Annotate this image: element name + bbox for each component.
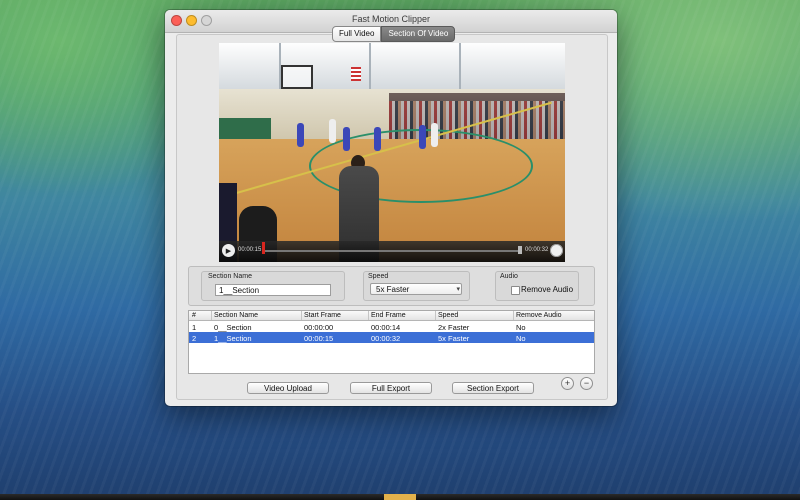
audio-group: Audio Remove Audio — [495, 271, 579, 301]
column-header-start-frame[interactable]: Start Frame — [304, 312, 341, 319]
video-player[interactable]: ▶ 00:00:15 00:00:32 — [219, 43, 565, 262]
speed-select-value: 5x Faster — [376, 285, 410, 294]
section-export-button[interactable]: Section Export — [452, 382, 534, 394]
video-frame-beam — [459, 43, 461, 95]
cell-index: 1 — [192, 323, 197, 332]
video-frame-player — [329, 119, 336, 143]
column-header-index[interactable]: # — [192, 312, 196, 319]
app-window: Fast Motion Clipper Full Video Section O… — [165, 10, 617, 406]
column-separator — [301, 311, 302, 320]
audio-label: Audio — [500, 273, 518, 280]
video-frame-player — [419, 125, 426, 149]
tab-full-video[interactable]: Full Video — [332, 26, 382, 42]
cell-end-frame: 00:00:32 — [371, 334, 401, 343]
video-frame-beam — [369, 43, 371, 95]
cell-start-frame: 00:00:00 — [304, 323, 334, 332]
column-header-remove-audio[interactable]: Remove Audio — [516, 312, 562, 319]
video-frame-hoop — [281, 65, 313, 89]
speed-select[interactable]: 5x Faster ▾ — [370, 283, 462, 295]
end-time: 00:00:32 — [525, 247, 549, 253]
video-frame-ceiling — [219, 43, 565, 95]
chevron-down-icon: ▾ — [456, 286, 460, 293]
cell-section-name: 0__Section — [214, 323, 252, 332]
cell-section-name: 1__Section — [214, 334, 252, 343]
section-name-label: Section Name — [208, 273, 252, 280]
tab-section-of-video[interactable]: Section Of Video — [381, 26, 456, 42]
window-title: Fast Motion Clipper — [351, 14, 431, 24]
player-controls: ▶ 00:00:15 00:00:32 — [219, 241, 565, 262]
cell-start-frame: 00:00:15 — [304, 334, 334, 343]
section-name-group: Section Name 1__Section — [201, 271, 345, 301]
play-icon[interactable]: ▶ — [222, 244, 235, 257]
main-panel: ▶ 00:00:15 00:00:32 Section Name 1__Sect… — [176, 34, 608, 400]
column-separator — [435, 311, 436, 320]
video-upload-button[interactable]: Video Upload — [247, 382, 329, 394]
section-settings-group: Section Name 1__Section Speed 5x Faster … — [188, 266, 595, 306]
timeline-track[interactable] — [262, 250, 520, 252]
cell-remove-audio: No — [516, 334, 526, 343]
current-time: 00:00:15 — [238, 247, 262, 253]
column-separator — [211, 311, 212, 320]
column-separator — [513, 311, 514, 320]
full-export-button[interactable]: Full Export — [350, 382, 432, 394]
volume-icon[interactable] — [550, 244, 563, 257]
cell-end-frame: 00:00:14 — [371, 323, 401, 332]
speed-group: Speed 5x Faster ▾ — [363, 271, 470, 301]
column-header-section-name[interactable]: Section Name — [214, 312, 258, 319]
sections-table: # Section Name Start Frame End Frame Spe… — [188, 310, 595, 374]
add-section-button[interactable]: + — [561, 377, 574, 390]
video-frame-player — [431, 123, 438, 147]
column-header-speed[interactable]: Speed — [438, 312, 458, 319]
section-start-handle[interactable] — [262, 242, 265, 254]
speed-label: Speed — [368, 273, 389, 280]
table-row-selected[interactable]: 2 1__Section 00:00:15 00:00:32 5x Faster… — [189, 332, 594, 343]
video-frame-flag — [351, 67, 361, 81]
cell-speed: 2x Faster — [438, 323, 470, 332]
remove-section-button[interactable]: − — [580, 377, 593, 390]
video-frame-player — [374, 127, 381, 151]
dock — [0, 494, 800, 500]
table-header: # Section Name Start Frame End Frame Spe… — [189, 311, 594, 321]
column-header-end-frame[interactable]: End Frame — [371, 312, 406, 319]
remove-audio-label: Remove Audio — [521, 285, 574, 294]
segmented-tabs: Full Video Section Of Video — [332, 26, 456, 42]
column-separator — [368, 311, 369, 320]
video-frame-player — [297, 123, 304, 147]
video-frame-player — [343, 127, 350, 151]
remove-audio-checkbox[interactable] — [511, 286, 520, 295]
section-end-handle[interactable] — [518, 246, 522, 254]
cell-speed: 5x Faster — [438, 334, 470, 343]
dock-app-icon[interactable] — [384, 494, 416, 500]
table-row[interactable]: 1 0__Section 00:00:00 00:00:14 2x Faster… — [189, 321, 594, 332]
cell-index: 2 — [192, 334, 197, 343]
cell-remove-audio: No — [516, 323, 526, 332]
section-name-input[interactable]: 1__Section — [215, 284, 331, 296]
